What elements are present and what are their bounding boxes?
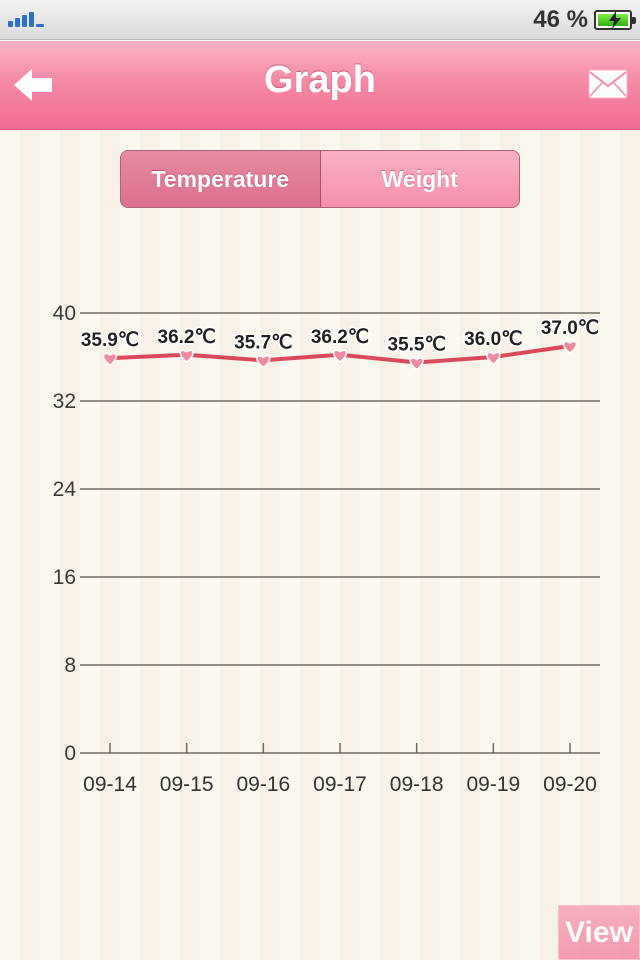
battery-charging-icon (594, 10, 636, 30)
data-label: 36.2℃ (311, 327, 369, 348)
x-tick-label: 09-14 (83, 773, 137, 796)
data-label: 35.5℃ (388, 335, 446, 356)
heart-marker-icon (332, 349, 348, 363)
heart-marker-icon (179, 349, 194, 363)
status-bar: 46 % (0, 0, 640, 40)
data-label: 37.0℃ (541, 318, 599, 339)
y-tick-label: 8 (64, 654, 76, 677)
envelope-icon (588, 69, 628, 99)
tab-temperature[interactable]: Temperature (121, 151, 321, 207)
y-tick-label: 16 (53, 566, 76, 589)
page-title: Graph (264, 59, 376, 101)
heart-marker-icon (409, 357, 424, 371)
temperature-line-chart: 0 8 16 24 32 40 09-14 09-15 09-16 09-17 09-18 09-19… (53, 302, 601, 796)
heart-marker-icon (562, 340, 578, 354)
heart-marker-icon (486, 351, 501, 365)
x-tick-label: 09-15 (160, 773, 214, 796)
x-tick-label: 09-18 (390, 773, 444, 796)
navigation-bar: Graph (0, 41, 640, 130)
heart-marker-icon (256, 355, 271, 369)
y-tick-label: 0 (64, 742, 76, 765)
data-label: 35.7℃ (234, 332, 292, 353)
battery-percent: 46 % (533, 6, 588, 33)
graph-type-segmented-control: Temperature Weight (120, 150, 520, 208)
x-tick-label: 09-16 (236, 773, 290, 796)
x-tick-label: 09-17 (313, 773, 367, 796)
view-button[interactable]: View (558, 905, 640, 960)
data-label: 35.9℃ (81, 330, 139, 351)
heart-marker-icon (102, 352, 118, 367)
signal-strength-icon (8, 12, 44, 27)
mail-button[interactable] (588, 69, 628, 99)
tab-weight[interactable]: Weight (320, 151, 519, 207)
x-tick-label: 09-20 (543, 773, 597, 796)
data-label: 36.0℃ (464, 329, 522, 350)
data-label: 36.2℃ (158, 327, 216, 348)
y-tick-label: 24 (53, 478, 77, 501)
y-tick-label: 32 (53, 390, 76, 413)
y-tick-label: 40 (53, 302, 76, 325)
x-tick-label: 09-19 (466, 773, 520, 796)
